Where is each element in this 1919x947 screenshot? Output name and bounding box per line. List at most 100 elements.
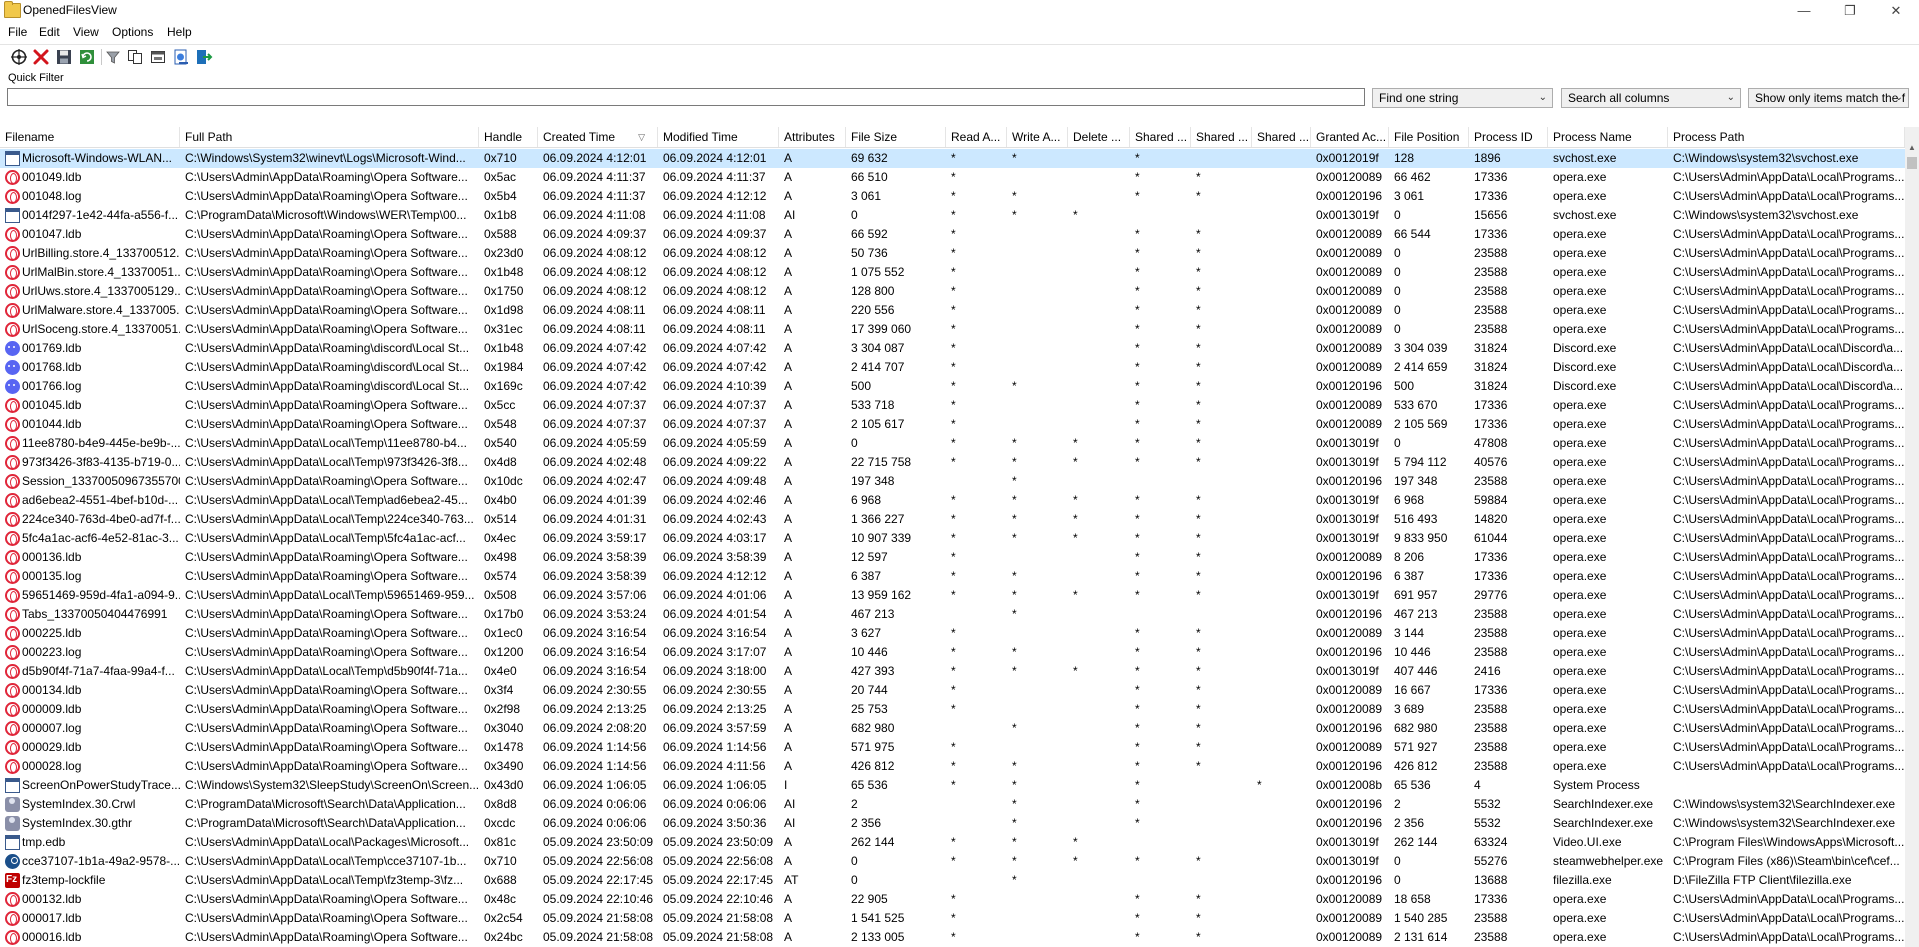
cell-file-position: 426 812	[1394, 759, 1438, 773]
table-row[interactable]: 001049.ldb C:\Users\Admin\AppData\Roaming…	[0, 168, 1905, 187]
scroll-up-icon[interactable]: ▲	[1905, 141, 1919, 155]
cell-granted-access: 0x0013019f	[1316, 531, 1379, 545]
table-row[interactable]: UrlMalware.store.4_1337005... C:\Users\Ad…	[0, 301, 1905, 320]
table-row[interactable]: 001047.ldb C:\Users\Admin\AppData\Roaming…	[0, 225, 1905, 244]
table-row[interactable]: d5b90f4f-71a7-4faa-99a4-f... C:\Users\Adm…	[0, 662, 1905, 681]
table-row[interactable]: cce37107-1b1a-49a2-9578-... C:\Users\Admi…	[0, 852, 1905, 871]
filter-show-select[interactable]: Show only items match the f ⌄	[1748, 88, 1909, 108]
column-header-shared-read[interactable]: Shared ...	[1130, 127, 1191, 147]
table-row[interactable]: 001769.ldb C:\Users\Admin\AppData\Roaming…	[0, 339, 1905, 358]
table-row[interactable]: 0014f297-1e42-44fa-a556-f... C:\ProgramDa…	[0, 206, 1905, 225]
table-row[interactable]: 59651469-959d-4fa1-a094-9... C:\Users\Adm…	[0, 586, 1905, 605]
table-row[interactable]: Tabs_13370050404476991 C:\Users\Admin\App…	[0, 605, 1905, 624]
table-row[interactable]: ScreenOnPowerStudyTrace... C:\Windows\Sys…	[0, 776, 1905, 795]
menu-edit[interactable]: Edit	[39, 25, 60, 39]
table-row[interactable]: 000029.ldb C:\Users\Admin\AppData\Roaming…	[0, 738, 1905, 757]
table-row[interactable]: 11ee8780-b4e9-445e-be9b-... C:\Users\Admi…	[0, 434, 1905, 453]
refresh-icon[interactable]	[78, 48, 96, 66]
table-row[interactable]: 000225.ldb C:\Users\Admin\AppData\Roaming…	[0, 624, 1905, 643]
minimize-icon[interactable]: —	[1781, 0, 1827, 22]
cell-shared-delete	[1252, 909, 1311, 928]
copy-icon[interactable]	[126, 48, 144, 66]
table-row[interactable]: 224ce340-763d-4be0-ad7f-f... C:\Users\Adm…	[0, 510, 1905, 529]
table-row[interactable]: 000028.log C:\Users\Admin\AppData\Roaming…	[0, 757, 1905, 776]
table-row[interactable]: 001768.ldb C:\Users\Admin\AppData\Roaming…	[0, 358, 1905, 377]
table-row[interactable]: 000136.ldb C:\Users\Admin\AppData\Roaming…	[0, 548, 1905, 567]
table-row[interactable]: fz3temp-lockfile C:\Users\Admin\AppData\L…	[0, 871, 1905, 890]
cell-file-position: 500	[1394, 379, 1415, 393]
table-row[interactable]: 000132.ldb C:\Users\Admin\AppData\Roaming…	[0, 890, 1905, 909]
close-file-icon[interactable]	[32, 48, 50, 66]
table-row[interactable]: 000134.ldb C:\Users\Admin\AppData\Roaming…	[0, 681, 1905, 700]
table-row[interactable]: ad6ebea2-4551-4bef-b10d-... C:\Users\Admi…	[0, 491, 1905, 510]
opened-files-table[interactable]: Filename Full Path Handle Created Time ▽ Modi…	[0, 127, 1905, 947]
column-header-shared-delete[interactable]: Shared ...	[1252, 127, 1311, 147]
table-row[interactable]: 000135.log C:\Users\Admin\AppData\Roaming…	[0, 567, 1905, 586]
table-row[interactable]: 973f3426-3f83-4135-b719-0... C:\Users\Adm…	[0, 453, 1905, 472]
cell-read-access: *	[951, 569, 956, 583]
table-row[interactable]: SystemIndex.30.gthr C:\ProgramData\Micros…	[0, 814, 1905, 833]
menu-view[interactable]: View	[73, 25, 99, 39]
html-report-icon[interactable]	[172, 48, 190, 66]
filter-icon[interactable]	[104, 48, 122, 66]
cell-delete-access	[1068, 548, 1130, 567]
column-header-filename[interactable]: Filename	[0, 127, 180, 147]
menu-file[interactable]: File	[8, 25, 27, 39]
table-row[interactable]: SystemIndex.30.Crwl C:\ProgramData\Micros…	[0, 795, 1905, 814]
table-row[interactable]: UrlSoceng.store.4_13370051... C:\Users\Ad…	[0, 320, 1905, 339]
table-row[interactable]: UrlBilling.store.4_133700512... C:\Users\…	[0, 244, 1905, 263]
table-row[interactable]: 000009.ldb C:\Users\Admin\AppData\Roaming…	[0, 700, 1905, 719]
cell-granted-access: 0x0013019f	[1316, 436, 1379, 450]
column-header-file-position[interactable]: File Position	[1389, 127, 1469, 147]
cell-write-access: *	[1012, 208, 1017, 222]
column-header-created-time[interactable]: Created Time ▽	[538, 127, 658, 147]
table-row[interactable]: Microsoft-Windows-WLAN... C:\Windows\Syst…	[0, 149, 1905, 168]
menu-options[interactable]: Options	[112, 25, 153, 39]
column-header-process-id[interactable]: Process ID	[1469, 127, 1548, 147]
properties-icon[interactable]	[10, 48, 28, 66]
table-row[interactable]: 001766.log C:\Users\Admin\AppData\Roaming…	[0, 377, 1905, 396]
options-icon[interactable]	[149, 48, 167, 66]
column-header-granted-access[interactable]: Granted Ac...	[1311, 127, 1389, 147]
restore-icon[interactable]: ❐	[1827, 0, 1873, 22]
cell-shared-delete	[1252, 529, 1311, 548]
exit-icon[interactable]	[195, 48, 213, 66]
table-row[interactable]: 000016.ldb C:\Users\Admin\AppData\Roaming…	[0, 928, 1905, 947]
cell-attributes: A	[784, 170, 793, 184]
filter-mode-select[interactable]: Find one string ⌄	[1372, 88, 1553, 108]
table-row[interactable]: 000017.ldb C:\Users\Admin\AppData\Roaming…	[0, 909, 1905, 928]
table-row[interactable]: tmp.edb C:\Users\Admin\AppData\Local\Pack…	[0, 833, 1905, 852]
column-header-process-name[interactable]: Process Name	[1548, 127, 1668, 147]
cell-write-access: *	[1012, 607, 1017, 621]
column-header-handle[interactable]: Handle	[479, 127, 538, 147]
table-row[interactable]: UrlMalBin.store.4_13370051... C:\Users\Ad…	[0, 263, 1905, 282]
vertical-scrollbar[interactable]: ▲	[1905, 127, 1919, 947]
table-row[interactable]: 000223.log C:\Users\Admin\AppData\Roaming…	[0, 643, 1905, 662]
menu-help[interactable]: Help	[167, 25, 192, 39]
cell-granted-access: 0x00120196	[1316, 569, 1383, 583]
scrollbar-thumb[interactable]	[1907, 157, 1917, 169]
column-header-full-path[interactable]: Full Path	[180, 127, 479, 147]
column-header-modified-time[interactable]: Modified Time	[658, 127, 779, 147]
cell-shared-delete	[1252, 244, 1311, 263]
column-header-process-path[interactable]: Process Path	[1668, 127, 1905, 147]
quick-filter-input[interactable]	[7, 88, 1365, 106]
close-window-icon[interactable]: ✕	[1873, 0, 1919, 22]
filename-text: cce37107-1b1a-49a2-9578-...	[22, 854, 180, 868]
save-icon[interactable]	[55, 48, 73, 66]
table-row[interactable]: 001044.ldb C:\Users\Admin\AppData\Roaming…	[0, 415, 1905, 434]
table-row[interactable]: Session_13370050967355700 C:\Users\Admin\…	[0, 472, 1905, 491]
column-header-read-access[interactable]: Read A...	[946, 127, 1007, 147]
table-row[interactable]: 001045.ldb C:\Users\Admin\AppData\Roaming…	[0, 396, 1905, 415]
cell-file-size: 533 718	[851, 398, 895, 412]
column-header-write-access[interactable]: Write A...	[1007, 127, 1068, 147]
column-header-shared-write[interactable]: Shared ...	[1191, 127, 1252, 147]
table-row[interactable]: 001048.log C:\Users\Admin\AppData\Roaming…	[0, 187, 1905, 206]
table-row[interactable]: 000007.log C:\Users\Admin\AppData\Roaming…	[0, 719, 1905, 738]
column-header-attributes[interactable]: Attributes	[779, 127, 846, 147]
filter-scope-select[interactable]: Search all columns ⌄	[1561, 88, 1741, 108]
column-header-delete-access[interactable]: Delete ...	[1068, 127, 1130, 147]
table-row[interactable]: 5fc4a1ac-acf6-4e52-81ac-3... C:\Users\Adm…	[0, 529, 1905, 548]
table-row[interactable]: UrlUws.store.4_1337005129... C:\Users\Adm…	[0, 282, 1905, 301]
column-header-file-size[interactable]: File Size	[846, 127, 946, 147]
